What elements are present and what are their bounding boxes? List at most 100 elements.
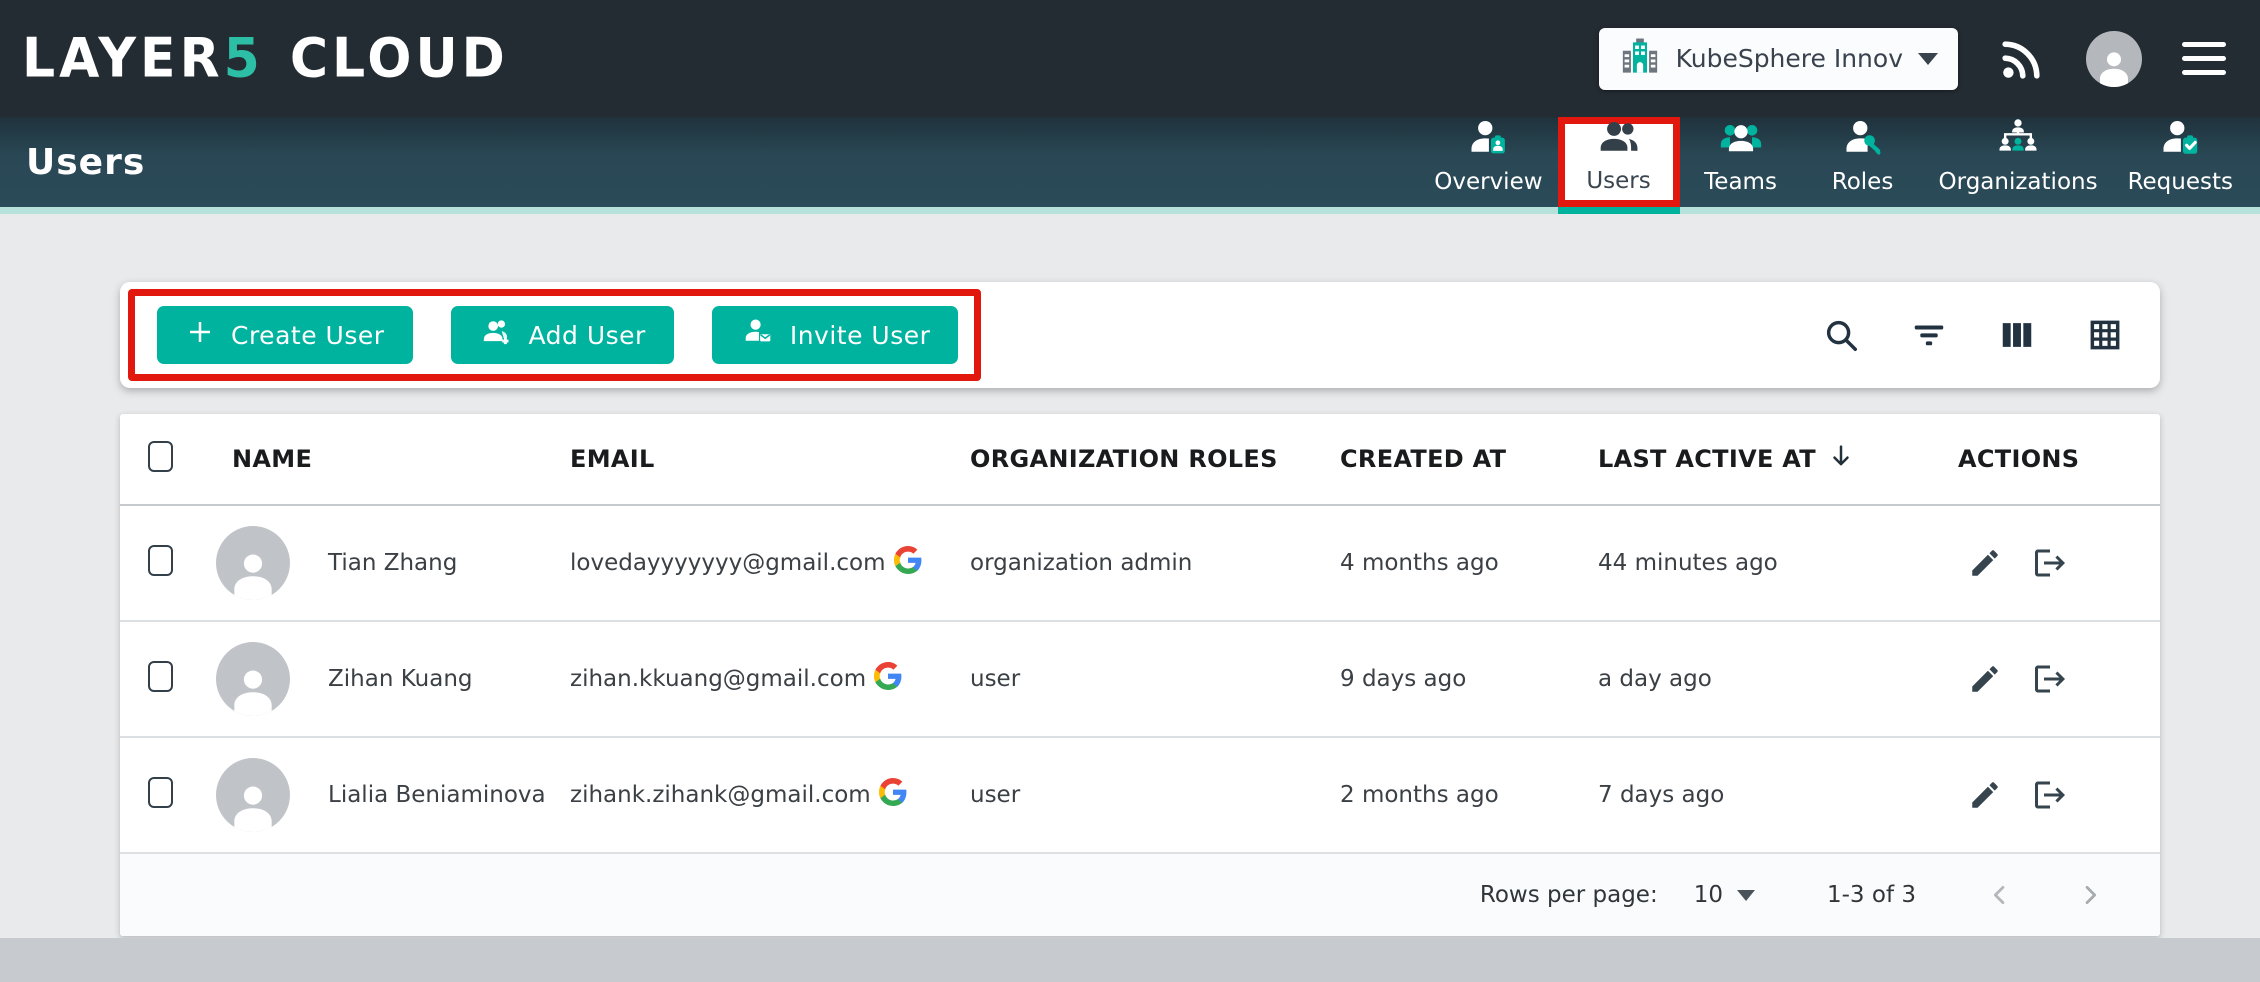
tab-users-label: Users (1586, 168, 1650, 194)
org-chart-icon (1996, 116, 2040, 160)
column-header-created[interactable]: CREATED AT (1340, 445, 1598, 473)
invite-user-button[interactable]: Invite User (712, 306, 959, 364)
person-check-icon (2158, 116, 2202, 160)
user-name: Zihan Kuang (328, 666, 473, 692)
user-avatar[interactable] (2086, 31, 2142, 87)
table-row: Tian Zhang lovedayyyyyyy@gmail.com organ… (120, 506, 2160, 622)
chevron-down-icon (1737, 890, 1755, 901)
create-user-button[interactable]: Create User (157, 306, 413, 364)
tab-overview-label: Overview (1434, 169, 1542, 195)
tab-users[interactable]: Users (1558, 117, 1680, 207)
user-last-active: 7 days ago (1598, 782, 1958, 808)
table-row: Lialia Beniaminova zihank.zihank@gmail.c… (120, 738, 2160, 854)
google-icon (874, 662, 902, 696)
rows-per-page-value: 10 (1694, 882, 1723, 908)
toolbar-icons (1822, 316, 2124, 354)
tab-teams[interactable]: Teams (1680, 117, 1802, 207)
menu-icon[interactable] (2182, 42, 2226, 75)
person-mail-icon (740, 315, 774, 355)
tab-roles[interactable]: Roles (1802, 117, 1924, 207)
user-org-roles: organization admin (970, 550, 1340, 576)
user-email: zihank.zihank@gmail.com (570, 782, 871, 808)
row-checkbox[interactable] (148, 545, 173, 576)
filter-icon[interactable] (1910, 316, 1948, 354)
column-header-last-active[interactable]: LAST ACTIVE AT (1598, 441, 1958, 477)
avatar (216, 642, 290, 716)
next-page-icon[interactable] (2076, 881, 2104, 909)
rows-per-page-select[interactable]: 10 (1694, 882, 1755, 908)
user-org-roles: user (970, 782, 1340, 808)
row-checkbox[interactable] (148, 661, 173, 692)
search-icon[interactable] (1822, 316, 1860, 354)
table-row: Zihan Kuang zihan.kkuang@gmail.com user … (120, 622, 2160, 738)
column-header-email[interactable]: EMAIL (570, 445, 970, 473)
broadcast-icon[interactable] (1998, 35, 2046, 83)
add-user-button[interactable]: Add User (451, 306, 674, 364)
table-pagination: Rows per page: 10 1-3 of 3 (120, 854, 2160, 936)
person-badge-icon (1466, 116, 1510, 160)
previous-page-icon[interactable] (1986, 881, 2014, 909)
plus-icon (185, 317, 215, 353)
avatar (216, 758, 290, 832)
users-table: NAME EMAIL ORGANIZATION ROLES CREATED AT… (120, 414, 2160, 936)
logo-cloud: CLOUD (290, 27, 509, 89)
logo-layer: LAYER (22, 27, 224, 89)
user-created-at: 9 days ago (1340, 666, 1598, 692)
tabs: Overview Users (1419, 117, 2260, 207)
edit-icon[interactable] (1968, 778, 2002, 812)
row-checkbox[interactable] (148, 777, 173, 808)
tab-roles-label: Roles (1832, 169, 1894, 195)
column-header-name[interactable]: NAME (216, 445, 570, 473)
tab-requests-label: Requests (2128, 169, 2233, 195)
add-user-label: Add User (529, 321, 646, 350)
google-icon (879, 778, 907, 812)
main-content: Create User Add User (0, 214, 2260, 936)
column-header-org-roles[interactable]: ORGANIZATION ROLES (970, 445, 1340, 473)
building-icon (1619, 35, 1661, 83)
user-created-at: 4 months ago (1340, 550, 1598, 576)
page-title: Users (26, 142, 145, 183)
toolbar: Create User Add User (120, 282, 2160, 388)
user-created-at: 2 months ago (1340, 782, 1598, 808)
sort-desc-icon[interactable] (1826, 441, 1856, 477)
header-right: KubeSphere Innov (1599, 28, 2226, 90)
invite-user-label: Invite User (790, 321, 931, 350)
table-header-row: NAME EMAIL ORGANIZATION ROLES CREATED AT… (120, 414, 2160, 506)
window-bottom-strip (0, 938, 2260, 982)
edit-icon[interactable] (1968, 662, 2002, 696)
org-selector-label: KubeSphere Innov (1676, 44, 1903, 73)
people-icon (1597, 115, 1641, 159)
layer5-cloud-logo[interactable]: LAYER5 CLOUD (22, 27, 509, 89)
user-org-roles: user (970, 666, 1340, 692)
user-name: Lialia Beniaminova (328, 782, 546, 808)
org-selector[interactable]: KubeSphere Innov (1599, 28, 1958, 90)
logout-icon[interactable] (2032, 661, 2068, 697)
logout-icon[interactable] (2032, 777, 2068, 813)
chevron-down-icon (1918, 53, 1938, 65)
tab-requests[interactable]: Requests (2113, 117, 2248, 207)
team-icon (1719, 116, 1763, 160)
tab-organizations-label: Organizations (1939, 169, 2098, 195)
nav-accent-line (0, 207, 2260, 214)
google-icon (894, 546, 922, 580)
tab-teams-label: Teams (1704, 169, 1777, 195)
logout-icon[interactable] (2032, 545, 2068, 581)
user-last-active: 44 minutes ago (1598, 550, 1958, 576)
nav-bar: Users Overview (0, 117, 2260, 207)
logo-five: 5 (224, 27, 264, 89)
person-add-icon (479, 315, 513, 355)
tab-overview[interactable]: Overview (1419, 117, 1557, 207)
user-name: Tian Zhang (328, 550, 457, 576)
user-email: zihan.kkuang@gmail.com (570, 666, 866, 692)
grid-view-icon[interactable] (2086, 316, 2124, 354)
select-all-checkbox[interactable] (148, 441, 173, 472)
pagination-range: 1-3 of 3 (1827, 882, 1916, 908)
edit-icon[interactable] (1968, 546, 2002, 580)
rows-per-page-label: Rows per page: (1480, 882, 1658, 908)
app-header: LAYER5 CLOUD KubeSphere Innov (0, 0, 2260, 117)
person-key-icon (1841, 116, 1885, 160)
view-columns-icon[interactable] (1998, 316, 2036, 354)
user-email: lovedayyyyyyy@gmail.com (570, 550, 886, 576)
tab-organizations[interactable]: Organizations (1924, 117, 2113, 207)
column-header-actions: ACTIONS (1958, 445, 2160, 473)
